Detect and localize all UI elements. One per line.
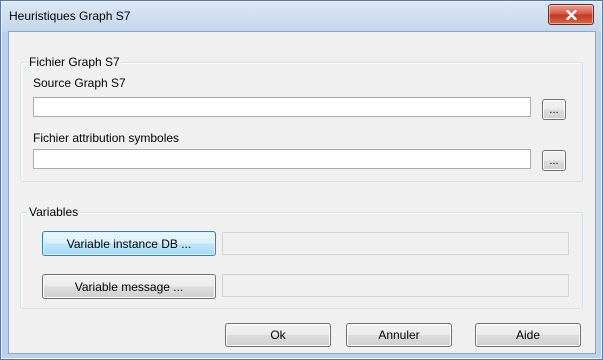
help-button[interactable]: Aide [475,323,581,347]
variable-message-field [222,274,569,297]
variable-message-button[interactable]: Variable message ... [42,274,216,299]
ok-button[interactable]: Ok [225,323,331,347]
symbols-file-browse-button[interactable]: ... [542,150,566,171]
source-graph-browse-button[interactable]: ... [542,99,566,120]
dialog-window: Heuristiques Graph S7 Fichier Graph S7 S… [0,0,603,360]
groupbox-variables-title: Variables [27,205,81,219]
symbols-file-input[interactable] [33,149,531,169]
source-graph-label: Source Graph S7 [33,76,126,90]
close-icon [565,9,577,20]
dialog-client-area: Fichier Graph S7 Source Graph S7 ... Fic… [8,31,596,354]
close-button[interactable] [548,4,594,25]
source-graph-input[interactable] [33,97,531,117]
symbols-file-label: Fichier attribution symboles [33,131,180,145]
variable-instance-db-button[interactable]: Variable instance DB ... [42,231,216,256]
cancel-button[interactable]: Annuler [346,323,452,347]
groupbox-fichier-graph-title: Fichier Graph S7 [27,55,122,69]
window-title: Heuristiques Graph S7 [9,9,131,23]
title-bar[interactable]: Heuristiques Graph S7 [1,1,602,31]
variable-instance-db-field [222,232,569,255]
